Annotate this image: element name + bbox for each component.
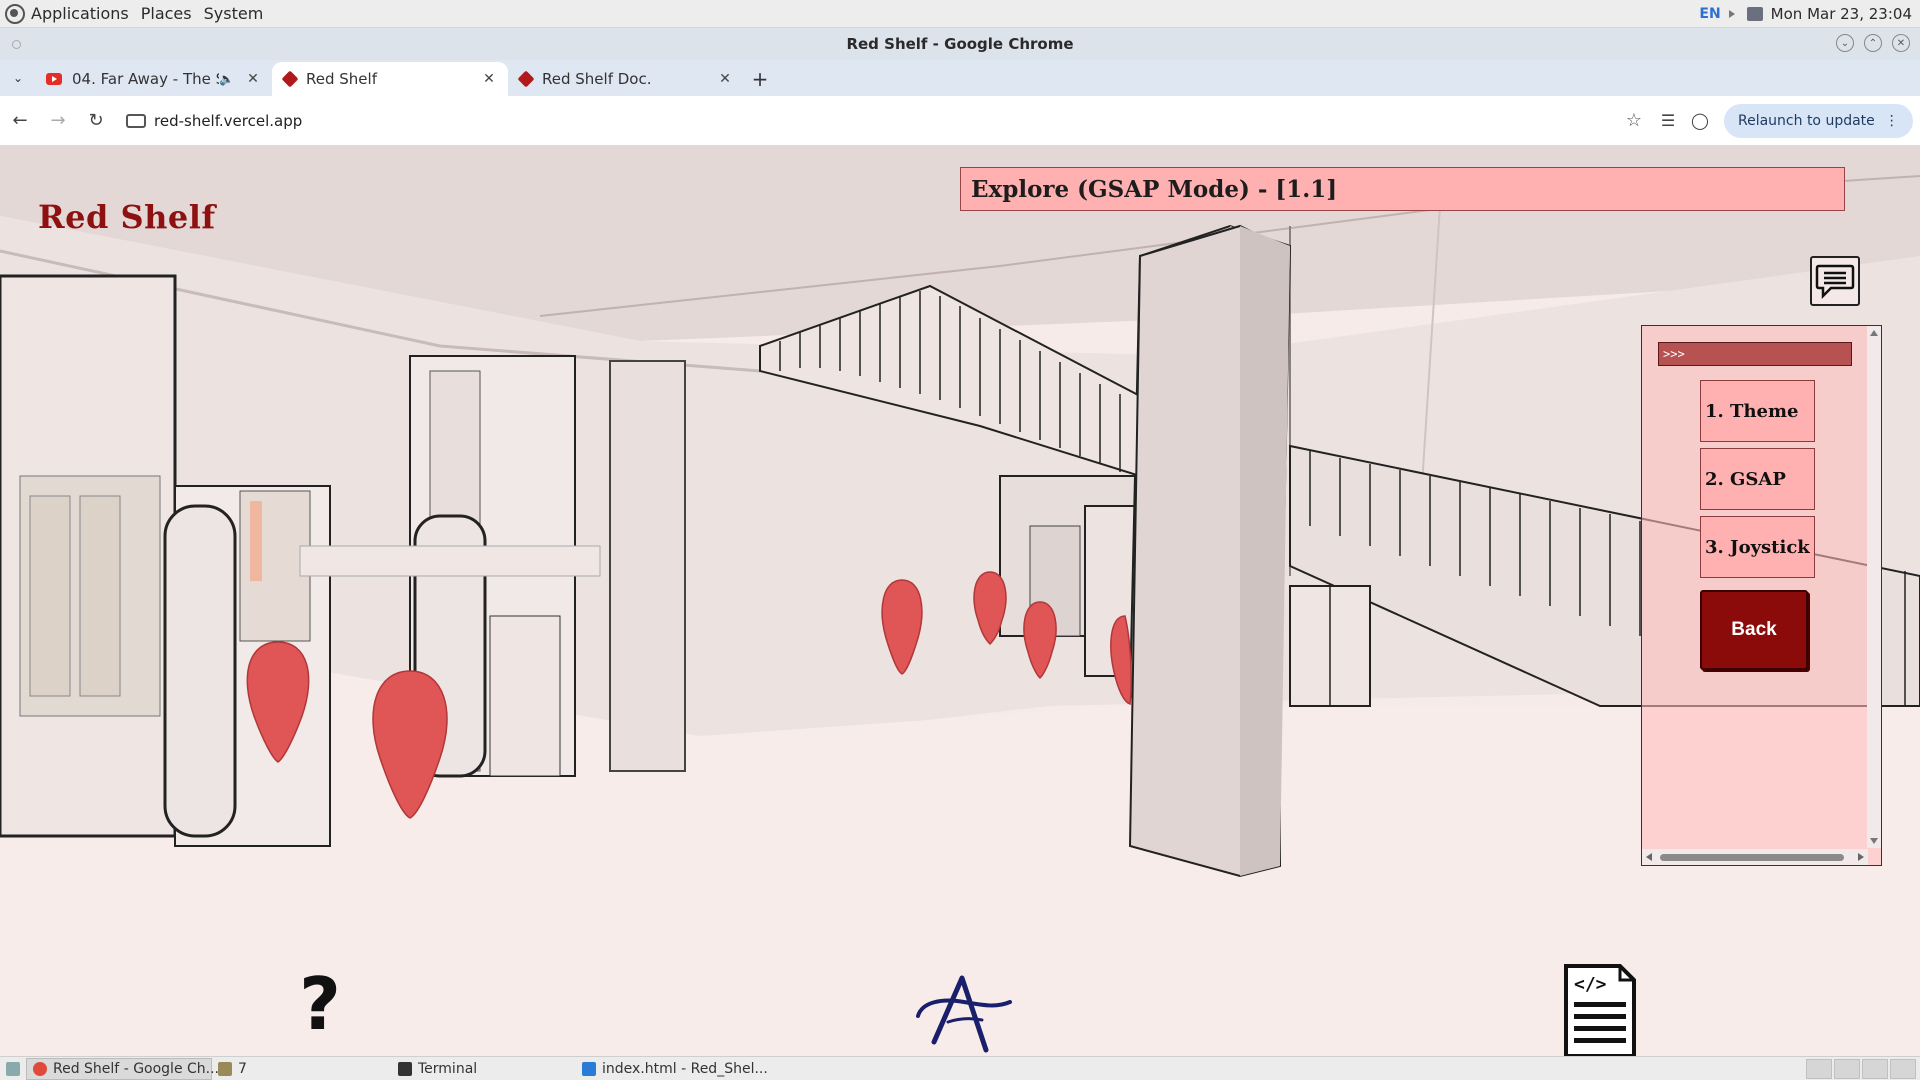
os-logo-icon[interactable]	[5, 3, 25, 24]
bookmark-star-icon[interactable]: ☆	[1626, 110, 1642, 131]
vscode-icon	[582, 1061, 596, 1076]
command-prompt[interactable]: >>>	[1658, 342, 1852, 366]
chat-icon	[1815, 264, 1855, 300]
back-button[interactable]: Back	[1700, 590, 1808, 670]
tab-title: Red Shelf Doc.	[542, 70, 652, 88]
scroll-up-icon[interactable]	[1870, 330, 1878, 336]
chat-button[interactable]	[1810, 256, 1860, 306]
red-shelf-icon	[281, 70, 299, 88]
taskbar-item-terminal[interactable]: Terminal	[392, 1058, 576, 1080]
taskbar-item-chrome[interactable]: Red Shelf - Google Ch...	[26, 1057, 219, 1080]
3d-scene[interactable]	[0, 146, 1920, 1056]
option-gsap-button[interactable]: 2. GSAP	[1700, 448, 1815, 510]
relaunch-button[interactable]: Relaunch to update ⋮	[1724, 103, 1913, 138]
window-title: Red Shelf - Google Chrome	[846, 35, 1074, 53]
tab-red-shelf[interactable]: Red Shelf ✕	[272, 62, 508, 96]
minimize-icon[interactable]: ⌄	[1836, 34, 1854, 52]
app-viewport[interactable]: Red Shelf Explore (GSAP Mode) - [1.1] >>…	[0, 146, 1920, 1056]
tab-strip: ⌄ 04. Far Away - The Se 🔈 ✕ Red Shelf ✕ …	[0, 60, 1920, 96]
os-taskbar: Red Shelf - Google Ch... 7 Terminal inde…	[0, 1056, 1920, 1080]
keyboard-language[interactable]: EN	[1699, 6, 1720, 22]
tray-chrome-icon[interactable]	[1806, 1059, 1832, 1079]
chrome-icon	[33, 1061, 47, 1076]
site-info-icon[interactable]	[126, 113, 146, 128]
clock[interactable]: Mon Mar 23, 23:04	[1771, 5, 1912, 23]
command-panel: >>> 1. Theme 2. GSAP 3. Joystick Back	[1641, 325, 1882, 866]
signature-icon[interactable]	[912, 972, 1016, 1054]
address-bar[interactable]: red-shelf.vercel.app ☆	[122, 103, 1652, 138]
tab-red-shelf-doc[interactable]: Red Shelf Doc. ✕	[508, 62, 744, 96]
tab-close-icon[interactable]: ✕	[244, 71, 262, 87]
tab-title: Red Shelf	[306, 70, 377, 88]
show-desktop-button[interactable]	[0, 1058, 26, 1080]
help-button[interactable]: ?	[292, 964, 348, 1044]
window-menu-icon[interactable]	[12, 40, 21, 49]
browser-toolbar: ← → ↻ red-shelf.vercel.app ☆ ☰ ◯ Relaunc…	[0, 96, 1920, 146]
workspace-2-icon[interactable]	[1862, 1059, 1888, 1079]
scroll-thumb[interactable]	[1660, 854, 1844, 861]
new-tab-button[interactable]: +	[744, 62, 776, 96]
code-document-icon[interactable]: </>	[1562, 964, 1638, 1056]
workspace-1-icon[interactable]	[1834, 1059, 1860, 1079]
network-icon[interactable]	[1746, 7, 1763, 21]
scroll-down-icon[interactable]	[1870, 838, 1878, 844]
tab-close-icon[interactable]: ✕	[480, 71, 498, 87]
relaunch-label: Relaunch to update	[1738, 112, 1875, 129]
url-text[interactable]: red-shelf.vercel.app	[154, 112, 302, 130]
taskbar-tray	[1806, 1057, 1920, 1080]
mode-banner: Explore (GSAP Mode) - [1.1]	[960, 167, 1845, 211]
scroll-right-icon[interactable]	[1858, 853, 1864, 861]
youtube-icon	[46, 73, 62, 85]
close-window-icon[interactable]: ✕	[1892, 34, 1910, 52]
forward-arrow-icon[interactable]: →	[40, 103, 76, 139]
folder-icon	[218, 1061, 232, 1076]
back-arrow-icon[interactable]: ←	[2, 103, 38, 139]
option-joystick-button[interactable]: 3. Joystick	[1700, 516, 1815, 578]
reload-icon[interactable]: ↻	[78, 103, 114, 139]
app-brand-title: Red Shelf	[38, 198, 216, 236]
panel-vertical-scrollbar[interactable]	[1867, 326, 1881, 848]
tab-search-chevron-icon[interactable]: ⌄	[0, 60, 36, 96]
more-vertical-icon: ⋮	[1884, 112, 1899, 129]
maximize-icon[interactable]: ⌃	[1864, 34, 1882, 52]
menu-system[interactable]: System	[204, 4, 264, 23]
taskbar-item-folder[interactable]: 7	[212, 1058, 392, 1080]
media-controls-icon[interactable]: ☰	[1652, 105, 1684, 137]
tab-title: 04. Far Away - The Se	[72, 70, 220, 88]
workspace-3-icon[interactable]	[1890, 1059, 1916, 1079]
scroll-left-icon[interactable]	[1646, 853, 1652, 861]
system-tray: EN Mon Mar 23, 23:04	[1699, 0, 1920, 28]
menu-applications[interactable]: Applications	[31, 4, 129, 23]
tab-close-icon[interactable]: ✕	[716, 71, 734, 87]
panel-horizontal-scrollbar[interactable]	[1642, 849, 1868, 865]
option-theme-button[interactable]: 1. Theme	[1700, 380, 1815, 442]
os-top-panel: Applications Places System EN Mon Mar 23…	[0, 0, 1920, 28]
terminal-icon	[398, 1061, 412, 1076]
red-shelf-icon	[517, 70, 535, 88]
menu-places[interactable]: Places	[141, 4, 192, 23]
taskbar-item-vscode[interactable]: index.html - Red_Shel...	[576, 1058, 776, 1080]
svg-text:</>: </>	[1574, 974, 1607, 995]
profile-icon[interactable]: ◯	[1684, 105, 1716, 137]
volume-icon[interactable]	[1728, 10, 1735, 18]
tab-youtube[interactable]: 04. Far Away - The Se 🔈 ✕	[36, 62, 272, 96]
window-titlebar: Red Shelf - Google Chrome ⌄ ⌃ ✕	[0, 28, 1920, 60]
audio-playing-icon[interactable]: 🔈	[219, 72, 234, 86]
